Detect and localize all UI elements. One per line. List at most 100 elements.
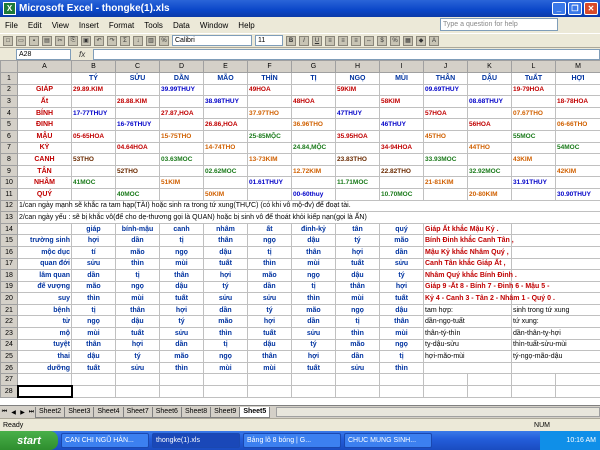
row-header[interactable]: 20 <box>0 292 18 305</box>
cell[interactable]: thân <box>115 303 160 317</box>
cell[interactable]: tị <box>71 303 116 317</box>
cell[interactable]: tý <box>247 303 292 317</box>
select-all-corner[interactable] <box>0 60 18 73</box>
cell[interactable]: 33.93MOC <box>423 153 468 166</box>
cell[interactable]: thìn-tuất-sửu-mùi <box>511 338 600 352</box>
cell[interactable]: sửu <box>159 327 204 340</box>
cell[interactable]: 34-94HOA <box>379 141 424 155</box>
menu-view[interactable]: View <box>47 21 74 30</box>
cell[interactable]: dần <box>335 350 380 363</box>
cell[interactable] <box>335 118 380 131</box>
row-header[interactable]: 9 <box>0 164 18 178</box>
cell[interactable]: 31.91THUY <box>511 176 556 189</box>
cell[interactable] <box>17 72 72 85</box>
sheet-tab[interactable]: Sheet9 <box>210 406 241 418</box>
cell[interactable]: thân <box>379 315 424 329</box>
sheet-tab[interactable]: Sheet3 <box>64 406 95 418</box>
cell[interactable]: 15-75THO <box>159 129 204 143</box>
cell[interactable] <box>335 95 380 108</box>
cell[interactable]: TuẤT <box>511 72 556 85</box>
column-header[interactable]: J <box>423 60 468 73</box>
cell[interactable] <box>555 106 600 120</box>
cell[interactable]: giáp <box>71 222 116 236</box>
cell[interactable]: mùi <box>291 257 336 271</box>
cell[interactable]: tị <box>291 280 336 294</box>
cell[interactable]: 43KIM <box>511 153 556 166</box>
cell[interactable]: BÍNH <box>17 106 72 120</box>
cell[interactable]: mùi <box>115 292 160 305</box>
cell[interactable]: hợi <box>115 338 160 352</box>
column-header[interactable]: C <box>115 60 160 73</box>
cell[interactable]: SỬU <box>115 72 160 85</box>
row-header[interactable]: 28 <box>0 385 18 398</box>
cell[interactable]: 54MOC <box>555 141 600 155</box>
cell[interactable]: 37.97THO <box>247 106 292 120</box>
cell[interactable] <box>555 373 600 387</box>
cell[interactable] <box>203 176 248 189</box>
cell[interactable]: ngọ <box>379 338 424 352</box>
cell[interactable]: mão <box>335 338 380 352</box>
cell[interactable]: tam hợp: <box>423 303 512 317</box>
column-header[interactable]: A <box>17 60 72 73</box>
column-header[interactable]: G <box>291 60 336 73</box>
cell[interactable] <box>159 118 204 131</box>
cell[interactable]: thai <box>17 350 72 363</box>
cell[interactable] <box>511 373 556 387</box>
cell[interactable] <box>423 164 468 178</box>
cell[interactable]: canh <box>159 222 204 236</box>
cell[interactable]: 25-85MỘC <box>247 129 292 143</box>
cell[interactable]: Bính Đinh khắc Canh Tân , <box>423 234 514 247</box>
cell[interactable]: 32.92MOC <box>467 164 512 178</box>
cell[interactable]: bệnh <box>17 303 72 317</box>
cell[interactable]: 38.98THUY <box>203 95 248 108</box>
cell[interactable] <box>423 361 512 375</box>
cell[interactable] <box>17 373 72 387</box>
cell[interactable]: 51KIM <box>159 176 204 189</box>
menu-format[interactable]: Format <box>104 21 139 30</box>
cell[interactable]: 40MOC <box>115 187 160 201</box>
cell[interactable]: thân <box>335 280 380 294</box>
cell[interactable]: suy <box>17 292 72 305</box>
cell[interactable]: tý <box>115 350 160 363</box>
cell[interactable] <box>467 129 512 143</box>
cell[interactable] <box>291 176 336 189</box>
cell[interactable]: GIÁP <box>17 83 72 97</box>
cell[interactable] <box>71 141 116 155</box>
cell[interactable]: thìn <box>203 327 248 340</box>
row-header[interactable]: 22 <box>0 315 18 329</box>
cell[interactable]: hợi <box>335 245 380 259</box>
cell[interactable] <box>247 141 292 155</box>
cell[interactable] <box>511 141 556 155</box>
cell[interactable] <box>203 106 248 120</box>
cell[interactable]: quý <box>379 222 424 236</box>
italic-icon[interactable]: I <box>299 35 309 46</box>
column-header[interactable]: L <box>511 60 556 73</box>
cell[interactable]: dần <box>247 280 292 294</box>
save-icon[interactable]: ▪ <box>29 35 39 46</box>
cell[interactable]: 04.64HOA <box>115 141 160 155</box>
cell[interactable] <box>511 234 600 247</box>
cell[interactable]: hợi <box>203 269 248 282</box>
cell[interactable]: hợi <box>159 303 204 317</box>
cell[interactable] <box>379 129 424 143</box>
cell[interactable]: thìn <box>71 292 116 305</box>
cell[interactable]: 1/can ngày mạnh sẽ khắc ra tam hạp(TÀI) … <box>17 199 600 213</box>
row-header[interactable]: 4 <box>0 106 18 120</box>
cell[interactable]: 22.82THO <box>379 164 424 178</box>
cell[interactable]: 53THO <box>71 153 116 166</box>
cell[interactable]: sửu <box>379 257 424 271</box>
cell[interactable]: ngọ <box>71 315 116 329</box>
cell[interactable] <box>467 176 512 189</box>
cell[interactable]: mão <box>247 269 292 282</box>
cell[interactable]: 07.67THO <box>511 106 556 120</box>
cell[interactable] <box>71 373 116 387</box>
horizontal-scrollbar[interactable] <box>276 407 600 417</box>
cell[interactable] <box>247 95 292 108</box>
cell[interactable] <box>511 222 600 236</box>
cell[interactable]: đế vượng <box>17 280 72 294</box>
cell[interactable]: sửu <box>203 292 248 305</box>
cell[interactable] <box>335 373 380 387</box>
redo-icon[interactable]: ↷ <box>107 35 117 46</box>
sum-icon[interactable]: Σ <box>120 35 130 46</box>
row-header[interactable]: 26 <box>0 361 18 375</box>
